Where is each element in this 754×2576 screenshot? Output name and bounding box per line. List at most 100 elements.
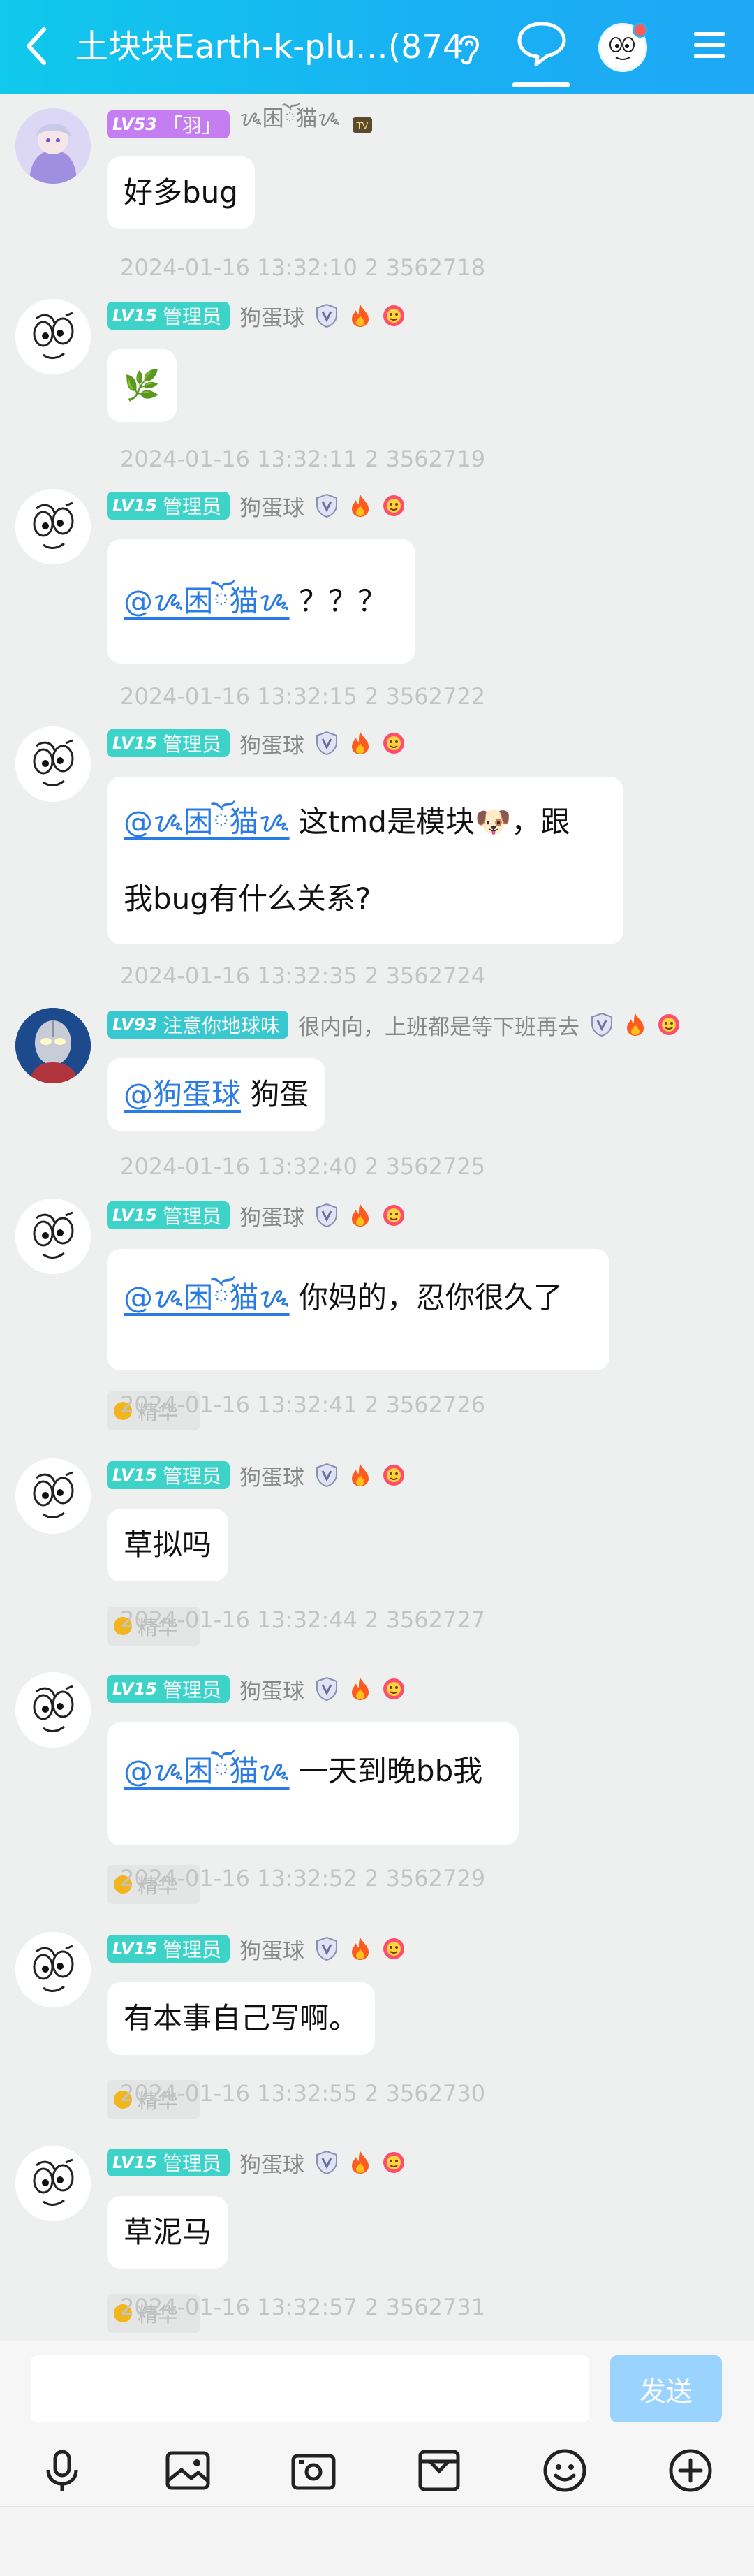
avatar[interactable] (15, 108, 91, 184)
plus-icon[interactable] (666, 2446, 715, 2495)
fire-icon (348, 1676, 373, 1702)
nickname[interactable]: 狗蛋球 (239, 300, 304, 332)
avatar[interactable] (15, 1008, 91, 1083)
shield-badge-icon (314, 1463, 339, 1488)
timestamp: 2024-01-16 13:32:52 2 3562729 (120, 1865, 486, 1891)
medal-icon (381, 1203, 406, 1228)
nickname[interactable]: 狗蛋球 (239, 728, 304, 759)
send-button[interactable]: 发送 (610, 2355, 722, 2422)
avatar[interactable] (15, 1199, 91, 1274)
level-badge: LV93 注意你地球味 (107, 1011, 288, 1039)
message-bubble[interactable]: @狗蛋球 狗蛋 (107, 1058, 326, 1131)
fire-icon (348, 731, 373, 756)
level-badge: LV15 管理员 (107, 302, 230, 330)
timestamp: 2024-01-16 13:32:41 2 3562726 (120, 1391, 486, 1418)
message-bubble[interactable]: 有本事自己写啊。 (107, 1982, 376, 2055)
message-text: 草拟吗 (124, 1528, 212, 1562)
message-input[interactable] (31, 2355, 589, 2422)
menu-icon[interactable] (691, 28, 727, 63)
mention-link[interactable]: @ᝰ困ོ猫ᝰ (124, 805, 290, 839)
medal-icon (381, 303, 406, 328)
level-badge: LV15 管理员 (107, 1201, 230, 1229)
level-badge: LV15 管理员 (107, 1675, 230, 1703)
fire-icon (348, 493, 373, 518)
nickname[interactable]: 狗蛋球 (239, 490, 304, 522)
nickname[interactable]: 狗蛋球 (239, 1674, 304, 1705)
notification-dot (633, 22, 648, 38)
mention-link[interactable]: @ᝰ困ོ猫ᝰ (124, 1754, 290, 1788)
system-nav-bar (0, 2506, 754, 2576)
level-badge: LV15 管理员 (107, 1935, 230, 1963)
image-icon[interactable] (163, 2446, 212, 2495)
message-bubble[interactable]: @ᝰ困ོ猫ᝰ 你妈的，忍你很久了 (107, 1249, 609, 1370)
avatar[interactable] (15, 489, 91, 564)
level-badge: LV15 管理员 (107, 2149, 230, 2176)
leaf-emoji: 🌿 (124, 368, 161, 402)
user-avatar[interactable] (598, 22, 648, 72)
level-badge: LV53 「羽」 (107, 110, 230, 138)
shield-badge-icon (314, 731, 339, 756)
message-text-line1: 这tmd是模块🐶，跟 (298, 805, 570, 839)
chat-bubble-icon[interactable] (515, 20, 568, 68)
tv-badge-icon: TV (353, 117, 373, 133)
level-badge: LV15 管理员 (107, 1461, 230, 1489)
timestamp: 2024-01-16 13:32:11 2 3562719 (120, 446, 486, 472)
timestamp: 2024-01-16 13:32:55 2 3562730 (120, 2080, 486, 2107)
mention-link[interactable]: @狗蛋球 (124, 1077, 241, 1111)
nickname[interactable]: 狗蛋球 (239, 1933, 304, 1965)
message-text: 你妈的，忍你很久了 (298, 1280, 563, 1315)
composer-bar: 发送 (0, 2341, 754, 2434)
nickname[interactable]: 狗蛋球 (239, 2147, 304, 2179)
back-arrow-icon[interactable] (15, 23, 56, 69)
medal-icon (656, 1012, 681, 1037)
message-text: 狗蛋 (250, 1077, 309, 1111)
nickname[interactable]: 很内向，上班都是等下班再去 (298, 1009, 579, 1041)
shield-badge-icon (314, 2150, 339, 2175)
avatar[interactable] (15, 1458, 91, 1534)
camera-icon[interactable] (289, 2446, 338, 2495)
avatar[interactable] (15, 1932, 91, 2007)
nickname[interactable]: 狗蛋球 (239, 1200, 304, 1231)
microphone-icon[interactable] (38, 2446, 87, 2495)
nickname[interactable]: ᝰ困ོ猫ᝰ (239, 94, 340, 155)
message-bubble[interactable]: 好多bug (107, 156, 255, 229)
message-text: ？？？ (298, 584, 387, 618)
medal-icon (381, 1936, 406, 1961)
svg-text:TV: TV (356, 122, 369, 132)
timestamp: 2024-01-16 13:32:10 2 3562718 (120, 254, 486, 281)
message-text-line2: 我bug有什么关系? (124, 881, 371, 916)
avatar[interactable] (15, 299, 91, 374)
message-bubble[interactable]: @ᝰ困ོ猫ᝰ ？？？ (107, 539, 415, 664)
mention-link[interactable]: @ᝰ困ོ猫ᝰ (124, 584, 290, 618)
avatar[interactable] (15, 726, 91, 802)
composer-toolbar (0, 2434, 754, 2506)
message-bubble[interactable]: 草拟吗 (107, 1509, 229, 1581)
fire-icon (348, 2150, 373, 2175)
mention-link[interactable]: @ᝰ困ོ猫ᝰ (124, 1280, 290, 1315)
message-bubble[interactable]: 🌿 (107, 349, 177, 422)
medal-icon (381, 1463, 406, 1488)
timestamp: 2024-01-16 13:32:57 2 3562731 (120, 2294, 486, 2320)
level-badge: LV15 管理员 (107, 729, 230, 757)
nickname[interactable]: 狗蛋球 (239, 1460, 304, 1491)
medal-icon (381, 1676, 406, 1702)
message-bubble[interactable]: @ᝰ困ོ猫ᝰ 一天到晚bb我 (107, 1722, 519, 1845)
fire-icon (348, 1463, 373, 1488)
medal-icon (381, 2150, 406, 2175)
message-text: 草泥马 (124, 2215, 212, 2249)
shield-badge-icon (589, 1012, 614, 1037)
active-tab-indicator (512, 82, 570, 87)
ear-icon[interactable] (454, 31, 485, 67)
timestamp: 2024-01-16 13:32:40 2 3562725 (120, 1153, 486, 1180)
message-text: 一天到晚bb我 (298, 1754, 483, 1788)
message-bubble[interactable]: @ᝰ困ོ猫ᝰ 这tmd是模块🐶，跟 我bug有什么关系? (107, 777, 623, 944)
shield-badge-icon (314, 493, 339, 518)
archive-icon[interactable] (415, 2446, 464, 2495)
avatar[interactable] (15, 2146, 91, 2221)
timestamp: 2024-01-16 13:32:35 2 3562724 (120, 963, 486, 989)
avatar[interactable] (15, 1672, 91, 1748)
message-text: 好多bug (124, 175, 238, 210)
emoji-icon[interactable] (540, 2446, 589, 2495)
group-title[interactable]: 土块块Earth-k-plu…(874) (75, 27, 463, 68)
message-bubble[interactable]: 草泥马 (107, 2196, 229, 2269)
